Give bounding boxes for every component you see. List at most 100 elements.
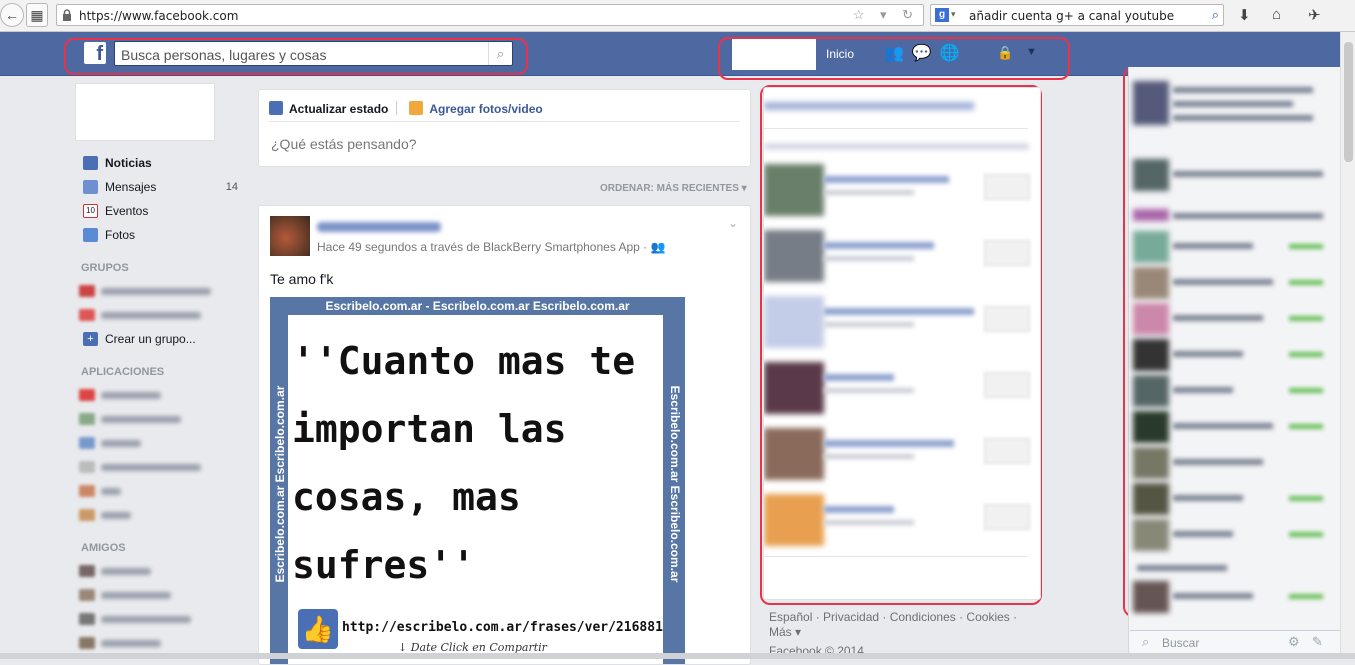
facebook-logo-icon[interactable]: f bbox=[84, 42, 106, 65]
address-bar[interactable]: https://www.facebook.com ☆ ▾ ↻ bbox=[56, 4, 924, 26]
browser-search-box[interactable]: g ▾ añadir cuenta g+ a canal youtube ⌕ bbox=[930, 4, 1224, 26]
add-friend-button[interactable] bbox=[984, 372, 1030, 398]
list-item[interactable] bbox=[1133, 411, 1333, 445]
list-item[interactable] bbox=[1133, 519, 1333, 553]
chevron-down-icon[interactable]: ⌄ bbox=[728, 216, 738, 230]
tab-overview-icon[interactable]: ▦ bbox=[26, 3, 48, 27]
list-item[interactable] bbox=[764, 494, 1040, 554]
engine-dropdown-icon[interactable]: ▾ bbox=[951, 9, 956, 20]
create-group-link[interactable]: + Crear un grupo... bbox=[75, 327, 240, 351]
image-side-watermark: Escribelo.com.ar Escribelo.com.ar bbox=[668, 385, 682, 583]
bookmark-star-icon[interactable]: ☆ ▾ ↻ bbox=[853, 7, 919, 23]
list-item[interactable] bbox=[75, 279, 240, 303]
list-item[interactable] bbox=[1133, 209, 1333, 223]
list-item[interactable] bbox=[75, 503, 240, 527]
list-item[interactable] bbox=[75, 559, 240, 583]
profile-picture[interactable] bbox=[75, 83, 215, 141]
chat-search-label: Buscar bbox=[1162, 636, 1200, 650]
profile-link[interactable] bbox=[732, 39, 816, 70]
add-friend-button[interactable] bbox=[984, 306, 1030, 332]
compose-icon[interactable]: ✎ bbox=[1312, 634, 1323, 650]
sidebar-item-noticias[interactable]: Noticias bbox=[75, 151, 240, 175]
photos-icon bbox=[83, 228, 98, 242]
add-friend-button[interactable] bbox=[984, 504, 1030, 530]
tab-add-photo[interactable]: Agregar fotos/video bbox=[409, 96, 543, 122]
pencil-icon bbox=[269, 101, 283, 115]
sidebar-item-eventos[interactable]: 10 Eventos bbox=[75, 199, 240, 223]
list-item[interactable] bbox=[75, 583, 240, 607]
footer-more[interactable]: Más ▾ bbox=[769, 625, 1039, 640]
list-item[interactable] bbox=[1133, 483, 1333, 517]
list-item[interactable] bbox=[1133, 81, 1333, 141]
account-menu-chevron-icon[interactable]: ▼ bbox=[1026, 46, 1037, 58]
footer-links[interactable]: Español · Privacidad · Condiciones · Coo… bbox=[769, 610, 1039, 625]
list-item[interactable] bbox=[764, 362, 1040, 422]
list-item[interactable] bbox=[75, 407, 240, 431]
fb-search-input[interactable]: Busca personas, lugares y cosas ⌕ bbox=[114, 41, 513, 66]
home-link[interactable]: Inicio bbox=[826, 47, 854, 61]
search-icon[interactable]: ⌕ bbox=[488, 42, 512, 65]
taskbar-strip bbox=[0, 653, 1355, 659]
post-meta: Hace 49 segundos a través de BlackBerry … bbox=[317, 240, 648, 254]
list-item[interactable] bbox=[75, 479, 240, 503]
left-sidebar: Noticias Mensajes 14 10 Eventos Fotos GR… bbox=[75, 83, 240, 655]
suggestions-panel bbox=[763, 87, 1041, 600]
list-item[interactable] bbox=[1133, 581, 1333, 615]
news-feed-icon bbox=[83, 156, 98, 170]
list-item[interactable] bbox=[75, 383, 240, 407]
list-item[interactable] bbox=[75, 455, 240, 479]
events-calendar-icon: 10 bbox=[83, 204, 98, 218]
list-item[interactable] bbox=[75, 631, 240, 655]
list-item[interactable] bbox=[1133, 339, 1333, 373]
list-item[interactable] bbox=[764, 296, 1040, 356]
messages-count: 14 bbox=[225, 181, 238, 193]
add-friend-button[interactable] bbox=[984, 438, 1030, 464]
home-icon[interactable]: ⌂ bbox=[1272, 6, 1281, 23]
list-item[interactable] bbox=[1133, 267, 1333, 301]
list-item[interactable] bbox=[75, 607, 240, 631]
notifications-globe-icon[interactable]: 🌐 bbox=[940, 45, 968, 62]
google-g-icon[interactable]: g bbox=[935, 8, 949, 22]
post-author[interactable] bbox=[317, 222, 441, 232]
sidebar-item-mensajes[interactable]: Mensajes 14 bbox=[75, 175, 240, 199]
post-image[interactable]: Escribelo.com.ar - Escribelo.com.ar Escr… bbox=[270, 297, 685, 664]
addon-icon[interactable]: ✈ bbox=[1308, 6, 1321, 24]
lock-icon bbox=[63, 9, 71, 21]
tab-label: Agregar fotos/video bbox=[429, 102, 543, 116]
list-item[interactable] bbox=[1133, 303, 1333, 337]
sort-dropdown[interactable]: ORDENAR: MÁS RECIENTES ▾ bbox=[600, 183, 747, 194]
friend-requests-icon[interactable]: 👥 bbox=[884, 45, 912, 62]
sidebar-item-fotos[interactable]: Fotos bbox=[75, 223, 240, 247]
audience-friends-icon[interactable]: 👥 bbox=[651, 240, 666, 254]
image-watermark: Escribelo.com.ar - Escribelo.com.ar Escr… bbox=[325, 299, 630, 313]
privacy-lock-icon[interactable]: 🔒 bbox=[997, 45, 1013, 61]
download-icon[interactable]: ⬇ bbox=[1238, 6, 1251, 24]
list-item[interactable] bbox=[1133, 447, 1333, 481]
search-icon[interactable]: ⌕ bbox=[1212, 7, 1219, 23]
list-item[interactable] bbox=[1133, 231, 1333, 265]
list-item[interactable] bbox=[764, 428, 1040, 488]
fb-search-placeholder: Busca personas, lugares y cosas bbox=[121, 47, 327, 63]
back-icon[interactable]: ← bbox=[0, 3, 24, 27]
chat-search-input[interactable]: ⌕ Buscar ⚙ ✎ bbox=[1130, 630, 1340, 654]
notification-jewels: 👥💬🌐 bbox=[884, 43, 968, 63]
list-item[interactable] bbox=[764, 164, 1040, 224]
groups-heading: GRUPOS bbox=[81, 262, 129, 274]
list-item[interactable] bbox=[75, 303, 240, 327]
avatar[interactable] bbox=[270, 216, 310, 256]
list-item[interactable] bbox=[75, 431, 240, 455]
list-item[interactable] bbox=[1133, 375, 1333, 409]
add-friend-button[interactable] bbox=[984, 240, 1030, 266]
tab-update-status[interactable]: Actualizar estado bbox=[269, 96, 388, 122]
browser-toolbar: ← ▦ https://www.facebook.com ☆ ▾ ↻ g ▾ a… bbox=[0, 0, 1355, 32]
status-input[interactable]: ¿Qué estás pensando? bbox=[271, 136, 417, 152]
thumbs-up-icon: 👍 bbox=[298, 609, 338, 649]
add-friend-button[interactable] bbox=[984, 174, 1030, 200]
list-item[interactable] bbox=[764, 230, 1040, 290]
scrollbar-thumb[interactable] bbox=[1344, 42, 1353, 162]
list-item[interactable] bbox=[1133, 159, 1333, 193]
gear-icon[interactable]: ⚙ bbox=[1288, 634, 1300, 650]
messages-icon[interactable]: 💬 bbox=[912, 45, 940, 62]
status-composer: Actualizar estado Agregar fotos/video ¿Qu… bbox=[258, 89, 751, 167]
page-scrollbar[interactable] bbox=[1340, 32, 1355, 659]
